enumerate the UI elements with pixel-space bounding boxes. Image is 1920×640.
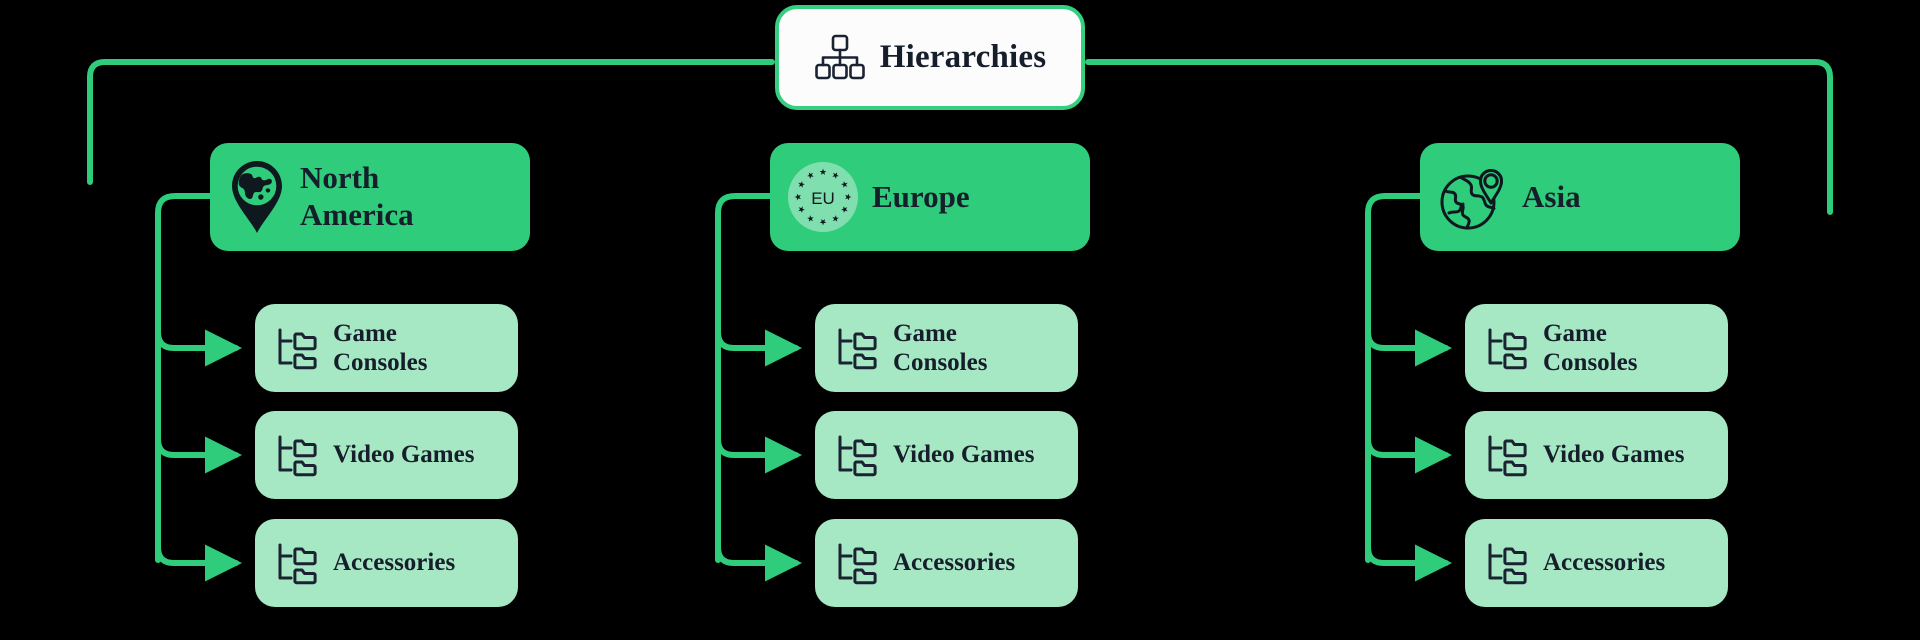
leaf-node-eu-accessories[interactable]: Accessories <box>815 519 1078 607</box>
folder-tree-icon <box>1488 435 1527 477</box>
folder-tree-icon <box>838 328 877 370</box>
wire-na-child-1 <box>155 329 243 367</box>
folder-tree-icon <box>278 435 317 477</box>
folder-tree-icon <box>278 543 317 585</box>
leaf-label: Game Consoles <box>333 319 428 377</box>
wire-na-child-3 <box>155 544 243 582</box>
leaf-label: Game Consoles <box>893 319 988 377</box>
folder-tree-icon <box>1488 543 1527 585</box>
leaf-label: Accessories <box>1543 549 1666 577</box>
wire-na-child-2 <box>155 436 243 474</box>
globe-pin-americas-icon <box>232 161 282 233</box>
leaf-label: Video Games <box>333 441 475 469</box>
root-node-label: Hierarchies <box>879 39 1047 75</box>
region-label-europe: Europe <box>872 178 970 214</box>
leaf-node-na-video-games[interactable]: Video Games <box>255 411 518 499</box>
region-label-asia: Asia <box>1522 178 1581 214</box>
region-node-europe[interactable]: EU Europe <box>770 143 1090 251</box>
wire-eu-child-3 <box>715 544 803 582</box>
wire-as-trunk <box>1365 193 1423 563</box>
leaf-label: Accessories <box>333 549 456 577</box>
leaf-node-na-game-consoles[interactable]: Game Consoles <box>255 304 518 392</box>
leaf-node-as-game-consoles[interactable]: Game Consoles <box>1465 304 1728 392</box>
folder-tree-icon <box>278 328 317 370</box>
eu-icon-text: EU <box>811 189 835 208</box>
eu-stars-icon: EU <box>788 162 858 232</box>
wire-na-trunk <box>155 193 213 563</box>
wire-as-child-2 <box>1365 436 1453 474</box>
wire-as-child-1 <box>1365 329 1453 367</box>
leaf-node-eu-game-consoles[interactable]: Game Consoles <box>815 304 1078 392</box>
leaf-node-as-accessories[interactable]: Accessories <box>1465 519 1728 607</box>
wire-eu-trunk <box>715 193 773 563</box>
diagram-canvas: Hierarchies North America Game Consoles <box>0 0 1920 640</box>
globe-with-pin-icon <box>1440 169 1503 230</box>
leaf-node-eu-video-games[interactable]: Video Games <box>815 411 1078 499</box>
folder-tree-icon <box>1488 328 1527 370</box>
folder-tree-icon <box>838 543 877 585</box>
region-node-asia[interactable]: Asia <box>1420 143 1740 251</box>
folder-tree-icon <box>838 435 877 477</box>
org-chart-icon <box>814 34 865 79</box>
leaf-label: Game Consoles <box>1543 319 1638 377</box>
leaf-node-na-accessories[interactable]: Accessories <box>255 519 518 607</box>
region-label-north-america: North America <box>300 160 414 232</box>
wire-as-child-3 <box>1365 544 1453 582</box>
leaf-node-as-video-games[interactable]: Video Games <box>1465 411 1728 499</box>
wire-eu-child-1 <box>715 329 803 367</box>
leaf-label: Accessories <box>893 549 1016 577</box>
leaf-label: Video Games <box>1543 441 1685 469</box>
wire-eu-child-2 <box>715 436 803 474</box>
root-node-hierarchies[interactable]: Hierarchies <box>775 5 1085 110</box>
leaf-label: Video Games <box>893 441 1035 469</box>
region-node-north-america[interactable]: North America <box>210 143 530 251</box>
